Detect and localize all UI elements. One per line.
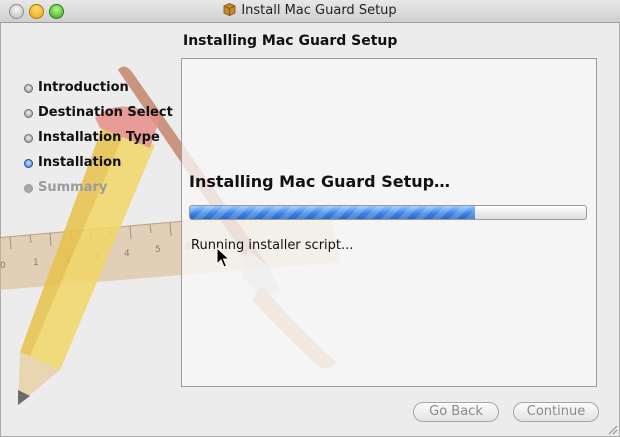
step-label: Summary [38,180,108,195]
step-label: Installation [38,155,122,170]
step-active-dot-icon [24,159,33,168]
step-done-dot-icon [24,134,33,143]
resize-grip-icon[interactable] [606,423,618,435]
step-done-dot-icon [24,84,33,93]
ruler-mark-0: 0 [0,261,6,271]
step-label: Installation Type [38,130,160,145]
window-title: Install Mac Guard Setup [241,3,397,18]
ruler-mark-1: 1 [33,258,39,268]
content-panel [181,58,597,387]
step-pending-dot-icon [24,184,33,193]
ruler-mark-4: 4 [124,249,130,259]
step-done-dot-icon [24,109,33,118]
ruler-mark-5: 5 [155,245,161,255]
continue-button[interactable]: Continue [513,402,599,422]
progress-bar [189,205,587,220]
page-heading: Installing Mac Guard Setup [183,33,398,49]
title-bar[interactable]: Install Mac Guard Setup [0,0,620,23]
window-title-wrap: Install Mac Guard Setup [0,3,620,18]
status-title: Installing Mac Guard Setup… [189,172,451,191]
package-icon [223,3,236,16]
progress-fill [190,206,476,219]
step-label: Destination Select [38,105,173,120]
mouse-cursor-icon [216,247,231,268]
go-back-button[interactable]: Go Back [413,402,499,422]
step-label: Introduction [38,80,129,95]
installer-window: Install Mac Guard Setup 0 1 2 [0,0,620,437]
